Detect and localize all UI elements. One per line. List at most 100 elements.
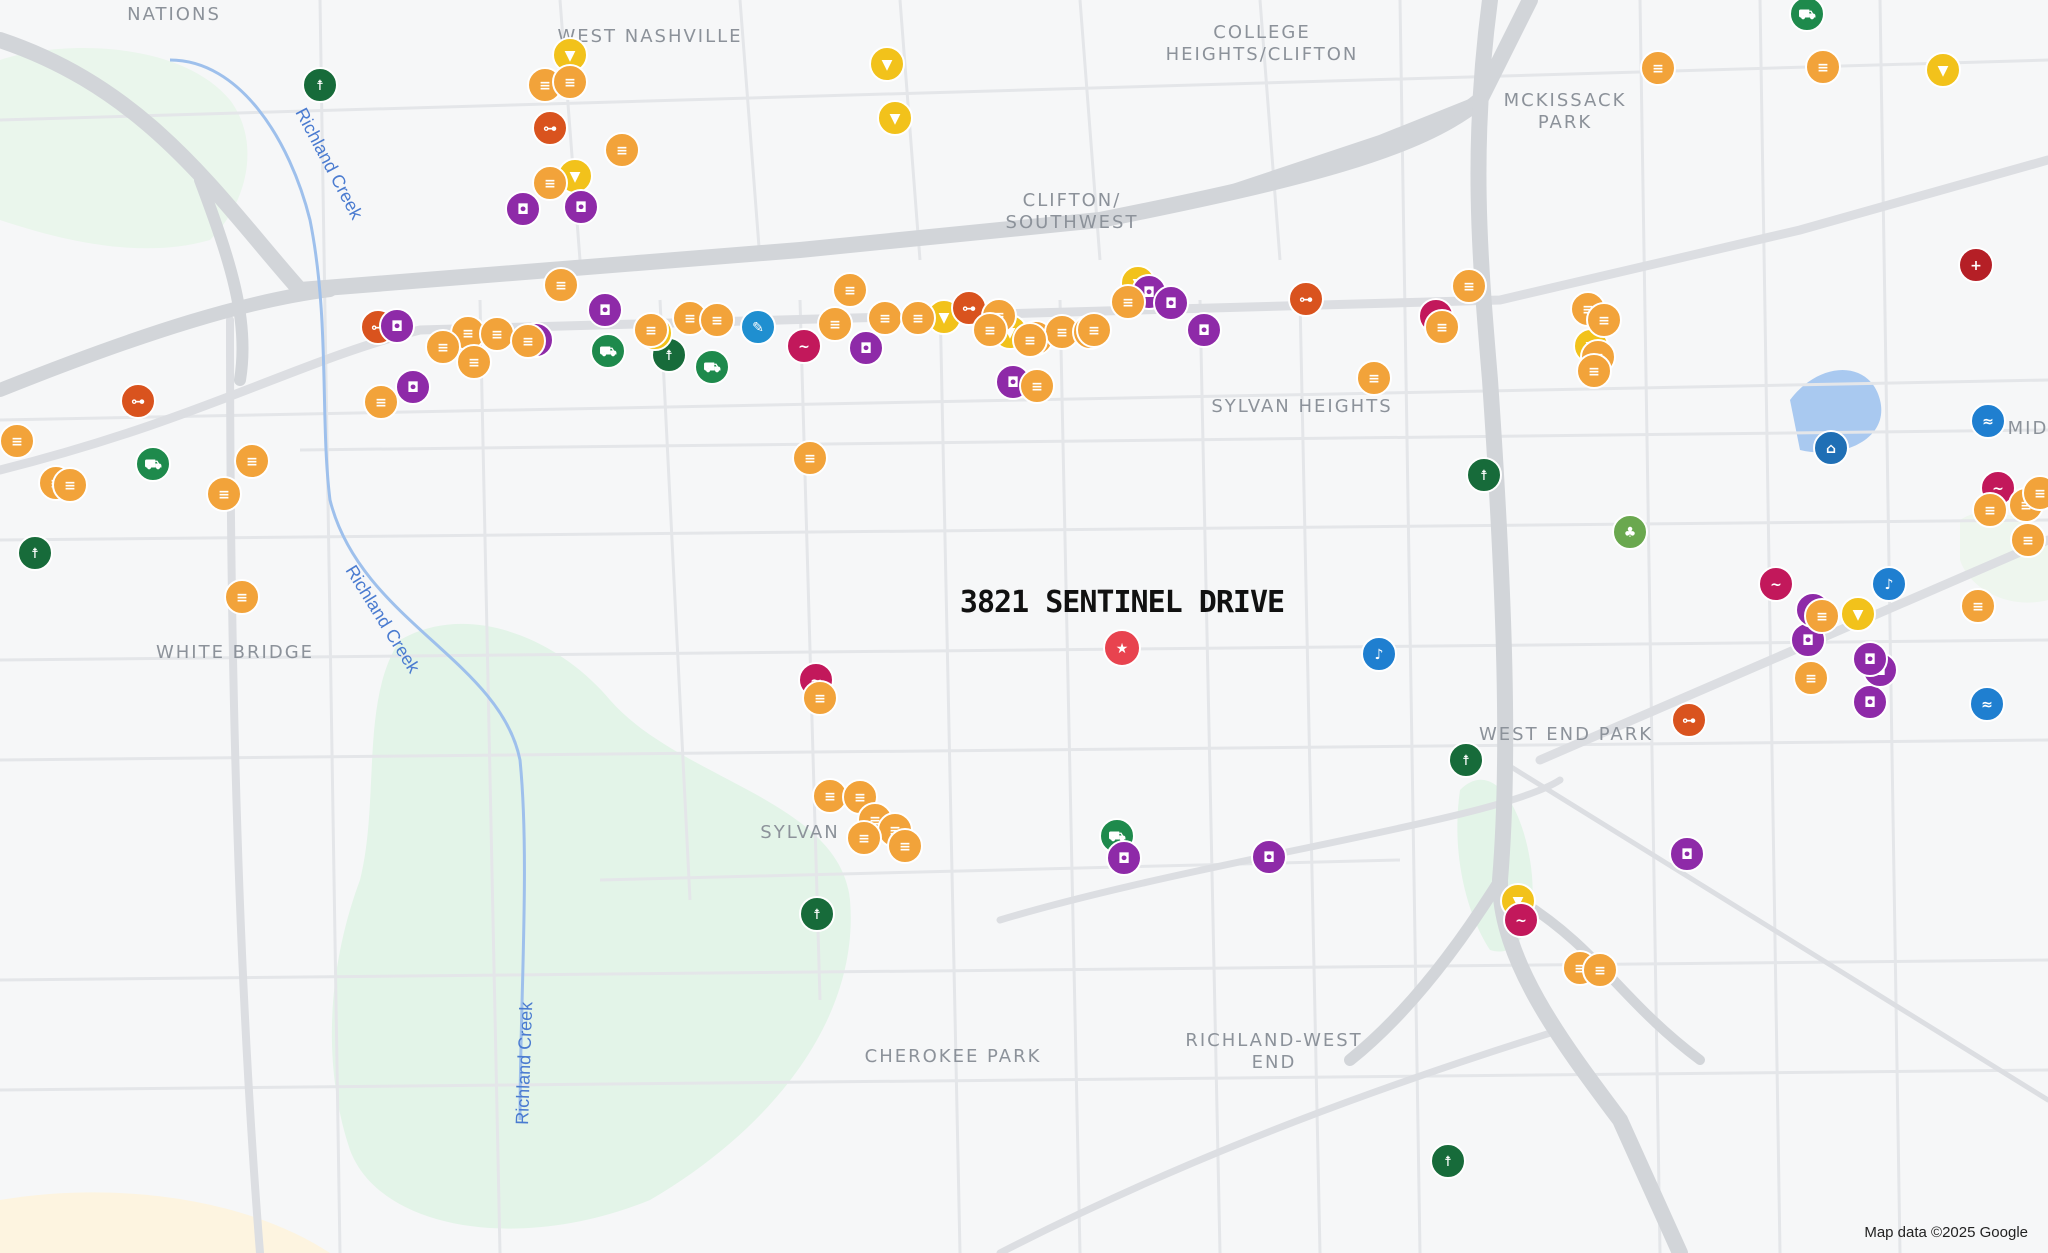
fork-knife-icon-marker-23[interactable]: ≡: [1110, 284, 1146, 320]
hiker-icon: ☨: [31, 546, 39, 562]
museum-icon-marker-1[interactable]: ⌂: [1813, 430, 1849, 466]
fork-knife-icon-marker-59[interactable]: ≡: [1793, 660, 1829, 696]
fork-knife-icon-marker-4[interactable]: ≡: [532, 165, 568, 201]
shopping-bag-icon-marker-4[interactable]: ◘: [379, 308, 415, 344]
fork-knife-icon-marker-9[interactable]: ≡: [479, 316, 515, 352]
palette-icon-marker-1[interactable]: ✎: [740, 309, 776, 345]
dumbbell-icon-marker-3[interactable]: ⊶: [120, 383, 156, 419]
shopping-bag-icon: ◘: [599, 303, 611, 319]
fork-knife-icon-marker-56[interactable]: ≡: [2022, 475, 2048, 511]
map-canvas[interactable]: NATIONS WEST NASHVILLE COLLEGE HEIGHTS/CLIF…: [0, 0, 2048, 1253]
paw-icon-marker-1[interactable]: ♣: [1612, 514, 1648, 550]
swimmer-icon: ≈: [1982, 414, 1994, 430]
cart-icon-marker-1[interactable]: ⛟: [590, 333, 626, 369]
music-note-icon-marker-1[interactable]: ♪: [1361, 636, 1397, 672]
mustache-icon-marker-5[interactable]: ~: [1503, 902, 1539, 938]
shopping-bag-icon-marker-11[interactable]: ◘: [1153, 285, 1189, 321]
fork-knife-icon-marker-14[interactable]: ≡: [817, 306, 853, 342]
fork-knife-icon-marker-11[interactable]: ≡: [633, 312, 669, 348]
hiker-icon-marker-2[interactable]: ☨: [17, 535, 53, 571]
hiker-icon-marker-6[interactable]: ☨: [1430, 1143, 1466, 1179]
fork-knife-icon-marker-24[interactable]: ≡: [363, 384, 399, 420]
hiker-icon-marker-5[interactable]: ☨: [799, 896, 835, 932]
fork-knife-icon-marker-35[interactable]: ≡: [1356, 360, 1392, 396]
fork-knife-icon-marker-7[interactable]: ≡: [425, 329, 461, 365]
shopping-bag-icon-marker-7[interactable]: ◘: [395, 369, 431, 405]
fork-knife-icon-marker-41[interactable]: ≡: [1576, 353, 1612, 389]
fork-knife-icon-marker-45[interactable]: ≡: [812, 778, 848, 814]
fork-knife-icon-marker-52[interactable]: ≡: [1582, 952, 1618, 988]
fork-knife-icon-marker-30[interactable]: ≡: [224, 579, 260, 615]
shopping-bag-icon-marker-8[interactable]: ◘: [848, 330, 884, 366]
hiker-icon-marker-3[interactable]: ☨: [1466, 457, 1502, 493]
dumbbell-icon-marker-6[interactable]: ⊶: [1671, 702, 1707, 738]
shopping-bag-icon-marker-14[interactable]: ◘: [1251, 839, 1287, 875]
shopping-bag-icon-marker-19[interactable]: ◘: [1852, 641, 1888, 677]
cart-icon-marker-2[interactable]: ⛟: [694, 349, 730, 385]
mustache-icon-marker-1[interactable]: ~: [786, 328, 822, 364]
fork-knife-icon: ≡: [1368, 371, 1380, 387]
fork-knife-icon: ≡: [1594, 963, 1606, 979]
neighborhood-white-bridge: WHITE BRIDGE: [156, 642, 314, 663]
shopping-bag-icon-marker-15[interactable]: ◘: [1669, 836, 1705, 872]
fork-knife-icon-marker-50[interactable]: ≡: [846, 820, 882, 856]
fork-knife-icon-marker-54[interactable]: ≡: [2010, 522, 2046, 558]
shopping-bag-icon-marker-13[interactable]: ◘: [1106, 840, 1142, 876]
fork-knife-icon-marker-36[interactable]: ≡: [1424, 309, 1460, 345]
music-note-icon-marker-2[interactable]: ♪: [1871, 566, 1907, 602]
shopping-bag-icon-marker-2[interactable]: ◘: [563, 189, 599, 225]
fork-knife-icon-marker-25[interactable]: ≡: [0, 423, 35, 459]
cart-icon: ⛟: [1798, 7, 1816, 23]
fork-knife-icon-marker-37[interactable]: ≡: [1451, 268, 1487, 304]
fork-knife-icon-marker-42[interactable]: ≡: [1805, 49, 1841, 85]
mustache-icon-marker-3[interactable]: ~: [1758, 566, 1794, 602]
dumbbell-icon-marker-1[interactable]: ⊶: [532, 110, 568, 146]
hiker-icon-marker-4[interactable]: ☨: [1448, 742, 1484, 778]
fork-knife-icon-marker-15[interactable]: ≡: [832, 272, 868, 308]
shopping-bag-icon-marker-1[interactable]: ◘: [505, 191, 541, 227]
fork-knife-icon-marker-29[interactable]: ≡: [234, 443, 270, 479]
fork-knife-icon-marker-17[interactable]: ≡: [900, 300, 936, 336]
fork-knife-icon-marker-13[interactable]: ≡: [699, 302, 735, 338]
fork-knife-icon-marker-5[interactable]: ≡: [543, 267, 579, 303]
fork-knife-icon-marker-58[interactable]: ≡: [1804, 598, 1840, 634]
fork-knife-icon-marker-57[interactable]: ≡: [1960, 588, 1996, 624]
fork-knife-icon-marker-44[interactable]: ≡: [802, 680, 838, 716]
cocktail-icon: ▼: [1853, 607, 1864, 623]
fork-knife-icon-marker-10[interactable]: ≡: [510, 323, 546, 359]
cocktail-icon-marker-9[interactable]: ▼: [1840, 596, 1876, 632]
fork-knife-icon-marker-32[interactable]: ≡: [972, 312, 1008, 348]
cart-icon-marker-3[interactable]: ⛟: [135, 446, 171, 482]
fork-knife-icon-marker-8[interactable]: ≡: [456, 344, 492, 380]
fork-knife-icon: ≡: [437, 340, 449, 356]
fork-knife-icon-marker-28[interactable]: ≡: [206, 476, 242, 512]
fork-knife-icon: ≡: [684, 311, 696, 327]
cocktail-icon-marker-2[interactable]: ▼: [869, 46, 905, 82]
swimmer-icon-marker-2[interactable]: ≈: [1969, 686, 2005, 722]
medical-cross-icon-marker-1[interactable]: +: [1958, 247, 1994, 283]
fork-knife-icon-marker-27[interactable]: ≡: [52, 467, 88, 503]
fork-knife-icon-marker-33[interactable]: ≡: [1019, 368, 1055, 404]
fork-knife-icon-marker-2[interactable]: ≡: [552, 64, 588, 100]
shopping-bag-icon-marker-3[interactable]: ◘: [587, 292, 623, 328]
shopping-bag-icon-marker-12[interactable]: ◘: [1186, 312, 1222, 348]
swimmer-icon-marker-1[interactable]: ≈: [1970, 403, 2006, 439]
fork-knife-icon-marker-39[interactable]: ≡: [1586, 302, 1622, 338]
cart-icon-marker-5[interactable]: ⛟: [1789, 0, 1825, 32]
shopping-bag-icon: ◘: [1864, 652, 1876, 668]
fork-knife-icon: ≡: [468, 355, 480, 371]
cocktail-icon-marker-3[interactable]: ▼: [877, 100, 913, 136]
fork-knife-icon-marker-53[interactable]: ≡: [1972, 492, 2008, 528]
shopping-bag-icon-marker-16[interactable]: ◘: [1852, 684, 1888, 720]
fork-knife-icon-marker-31[interactable]: ≡: [792, 440, 828, 476]
hiker-icon-marker-1[interactable]: ☨: [302, 67, 338, 103]
dumbbell-icon-marker-4[interactable]: ⊶: [1288, 281, 1324, 317]
home-marker[interactable]: ★: [1103, 629, 1141, 667]
fork-knife-icon-marker-43[interactable]: ≡: [1640, 50, 1676, 86]
fork-knife-icon-marker-49[interactable]: ≡: [887, 828, 923, 864]
fork-knife-icon-marker-16[interactable]: ≡: [867, 300, 903, 336]
cocktail-icon-marker-5[interactable]: ▼: [1925, 52, 1961, 88]
fork-knife-icon-marker-22[interactable]: ≡: [1076, 312, 1112, 348]
fork-knife-icon-marker-34[interactable]: ≡: [1012, 322, 1048, 358]
fork-knife-icon-marker-3[interactable]: ≡: [604, 132, 640, 168]
